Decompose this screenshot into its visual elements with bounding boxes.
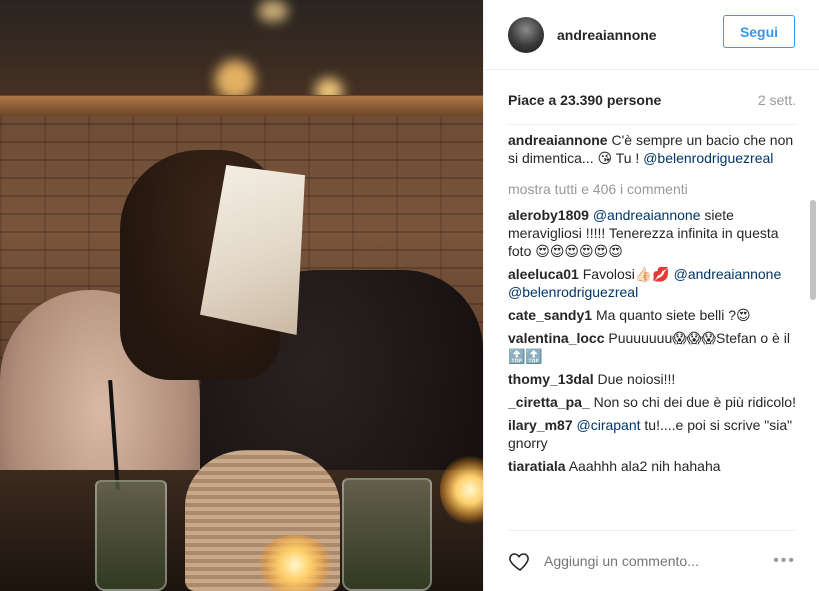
follow-button[interactable]: Segui	[723, 15, 795, 48]
comment-text: Favolosi👍🏻💋	[582, 266, 670, 282]
comment-text: Non so chi dei due è più ridicolo!	[593, 394, 796, 410]
comment-item: valentina_locc Puuuuuuu😱😱😱Stefan o è il …	[508, 329, 796, 365]
avatar[interactable]	[508, 16, 544, 53]
comments-list[interactable]: andreaiannone C'è sempre un bacio che no…	[508, 124, 796, 526]
comment-item: thomy_13dal Due noiosi!!!	[508, 370, 796, 388]
post-photo[interactable]	[0, 0, 483, 591]
mojito-glass	[95, 480, 167, 591]
comment-text: Due noiosi!!!	[597, 371, 676, 387]
comment-username[interactable]: ilary_m87	[508, 417, 573, 433]
wall-ledge	[0, 96, 483, 116]
comment-username[interactable]: aleeluca01	[508, 266, 579, 282]
comment-username[interactable]: thomy_13dal	[508, 371, 594, 387]
comment-item: ilary_m87 @cirapant tu!....e poi si scri…	[508, 416, 796, 452]
comment-text: Aaahhh ala2 nih hahaha	[568, 458, 721, 474]
comment-item: aleroby1809 @andreaiannone siete meravig…	[508, 206, 796, 260]
comment-username[interactable]: aleroby1809	[508, 207, 589, 223]
post-modal: andreaiannone Segui Piace a 23.390 perso…	[0, 0, 819, 591]
comment-username[interactable]: _ciretta_pa_	[508, 394, 590, 410]
caption: andreaiannone C'è sempre un bacio che no…	[508, 131, 796, 167]
lamp-light	[215, 60, 255, 100]
comment-mention[interactable]: @cirapant	[577, 417, 641, 433]
lamp-light	[258, 0, 288, 22]
post-header: andreaiannone Segui	[484, 0, 819, 70]
comment-text: Ma quanto siete belli ?😍	[595, 307, 751, 323]
comment-item: cate_sandy1 Ma quanto siete belli ?😍	[508, 306, 796, 324]
comment-username[interactable]: cate_sandy1	[508, 307, 592, 323]
post-username[interactable]: andreaiannone	[557, 27, 657, 43]
caption-mention[interactable]: @belenrodriguezreal	[643, 150, 773, 166]
likes-count[interactable]: Piace a 23.390 persone	[508, 92, 661, 108]
comment-item: _ciretta_pa_ Non so chi dei due è più ri…	[508, 393, 796, 411]
comments-scrollbar[interactable]	[810, 200, 816, 300]
post-sidebar: andreaiannone Segui Piace a 23.390 perso…	[483, 0, 819, 591]
heart-icon[interactable]	[508, 549, 532, 573]
post-footer: •••	[508, 530, 796, 591]
candle-flame	[255, 535, 335, 591]
post-timestamp[interactable]: 2 sett.	[758, 92, 796, 108]
more-options-icon[interactable]: •••	[773, 552, 796, 570]
comment-input[interactable]	[544, 553, 774, 569]
comment-item: tiaratiala Aaahhh ala2 nih hahaha	[508, 457, 796, 475]
comment-item: aleeluca01 Favolosi👍🏻💋 @andreaiannone @b…	[508, 265, 796, 301]
caption-username[interactable]: andreaiannone	[508, 132, 608, 148]
comment-mention[interactable]: @andreaiannone	[593, 207, 701, 223]
likes-row: Piace a 23.390 persone 2 sett.	[508, 92, 796, 108]
comment-username[interactable]: valentina_locc	[508, 330, 605, 346]
drink-glass	[342, 478, 432, 591]
comment-username[interactable]: tiaratiala	[508, 458, 566, 474]
show-all-comments-link[interactable]: mostra tutti e 406 i commenti	[508, 180, 796, 198]
